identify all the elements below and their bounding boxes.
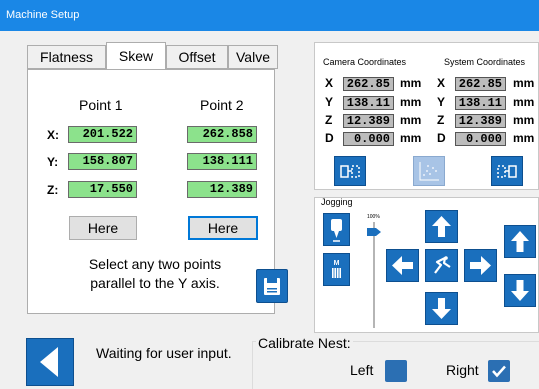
point2-here-button[interactable]: Here [188,216,258,240]
save-button[interactable] [256,269,288,303]
point1-x-value: 201.522 [68,126,137,143]
system-d-unit: mm [513,131,535,145]
speed-label: 100% [367,214,380,220]
arrow-up-icon [511,231,529,252]
dispense-button[interactable] [323,213,350,246]
calibrate-right-checkbox[interactable] [488,360,510,382]
camera-y-value: 138.11 [343,96,394,110]
system-coordinates-title: System Coordinates [444,57,526,67]
svg-text:M: M [334,260,340,267]
slider-thumb-icon [367,228,381,236]
system-x-unit: mm [513,76,535,90]
calibrate-nest-title: Calibrate Nest: [256,335,353,351]
system-y-unit: mm [513,95,535,109]
speed-slider-track[interactable] [373,222,375,328]
row-label-y: Y: [47,155,59,169]
system-d-value: 0.000 [455,132,506,146]
back-button[interactable] [26,338,74,386]
camera-axis-label-z: Z [325,113,333,127]
camera-axis-label-d: D [325,131,334,145]
row-label-x: X: [47,128,59,142]
align-system-icon [497,165,517,178]
arrow-left-icon [392,256,413,275]
skew-jog-icon [434,256,451,274]
graph-view-button[interactable] [413,156,445,186]
manual-nozzle-icon: M [332,260,341,278]
manual-button[interactable]: M [323,253,350,286]
row-label-z: Z: [47,183,59,197]
point1-here-button[interactable]: Here [69,216,137,240]
point1-header: Point 1 [79,97,123,113]
jog-left-button[interactable] [386,249,419,282]
back-arrow-icon [40,347,58,377]
camera-coordinates-title: Camera Coordinates [323,57,407,67]
point2-z-value: 12.389 [187,181,257,198]
jog-down-button[interactable] [425,292,458,325]
camera-z-value: 12.389 [343,114,394,128]
window-title-bar: Machine Setup [0,0,539,31]
point2-x-value: 262.858 [187,126,257,143]
system-z-value: 12.389 [455,114,506,128]
camera-d-value: 0.000 [343,132,394,146]
system-axis-label-d: D [437,131,446,145]
instruction-line-2: parallel to the Y axis. [90,275,220,291]
jogging-title: Jogging [321,197,353,207]
arrow-down-icon [511,280,529,301]
camera-axis-label-y: Y [325,95,334,109]
tab-valve[interactable]: Valve [228,45,278,69]
speed-slider-thumb[interactable] [367,228,381,236]
point1-z-value: 17.550 [68,181,137,198]
window-title: Machine Setup [6,9,80,21]
camera-y-unit: mm [400,95,422,109]
jog-up-button[interactable] [425,210,458,243]
instruction-text: Select any two points parallel to the Y … [60,255,250,293]
arrow-up-icon [432,216,451,237]
jog-home-button[interactable] [425,249,458,282]
arrow-right-icon [470,256,491,275]
system-to-camera-button[interactable] [491,156,523,186]
calibrate-left-label: Left [350,362,374,378]
status-message: Waiting for user input. [96,345,232,361]
floppy-disk-icon [264,278,280,295]
calibrate-left-checkbox[interactable] [385,360,407,382]
camera-z-unit: mm [400,113,422,127]
instruction-line-1: Select any two points [88,256,222,272]
tab-offset[interactable]: Offset [166,45,228,69]
system-axis-label-y: Y [437,95,446,109]
camera-to-system-button[interactable] [334,156,366,186]
system-x-value: 262.85 [455,77,506,91]
z-down-button[interactable] [504,274,536,307]
point2-header: Point 2 [200,97,244,113]
jog-right-button[interactable] [464,249,497,282]
camera-x-value: 262.85 [343,77,394,91]
checkmark-icon [492,365,506,378]
arrow-down-icon [432,298,451,319]
system-axis-label-x: X [437,76,446,90]
system-y-value: 138.11 [455,96,506,110]
align-camera-icon [340,165,360,178]
point1-y-value: 158.807 [68,153,137,170]
dispense-nozzle-icon [331,219,342,242]
tab-flatness[interactable]: Flatness [27,45,106,69]
system-z-unit: mm [513,113,535,127]
point2-y-value: 138.111 [187,153,257,170]
scatter-graph-icon [419,162,439,181]
calibrate-right-label: Right [446,362,479,378]
camera-axis-label-x: X [325,76,334,90]
z-up-button[interactable] [504,225,536,258]
system-axis-label-z: Z [437,113,445,127]
camera-d-unit: mm [400,131,422,145]
camera-x-unit: mm [400,76,422,90]
tab-skew[interactable]: Skew [106,42,166,70]
